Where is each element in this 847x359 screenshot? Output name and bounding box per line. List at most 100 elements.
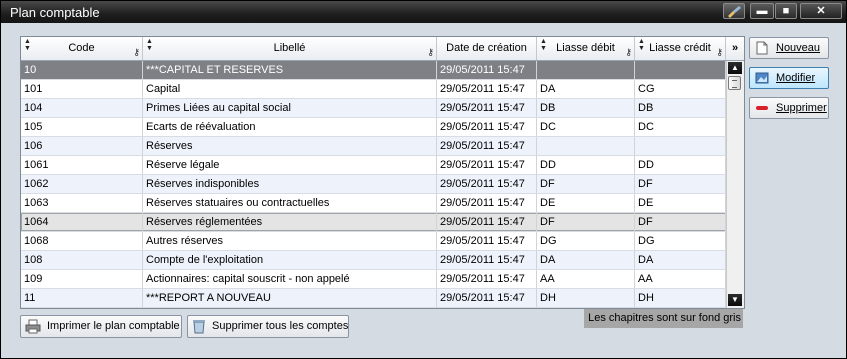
- cell-libelle: Actionnaires: capital souscrit - non app…: [143, 270, 437, 288]
- cell-liasse-credit: DG: [635, 232, 726, 250]
- nouveau-button[interactable]: Nouveau: [749, 37, 829, 59]
- close-button[interactable]: ✕: [800, 3, 842, 19]
- cell-libelle: Capital: [143, 80, 437, 98]
- filter-key-icon[interactable]: ⚷: [625, 48, 632, 57]
- cell-liasse-debit: DC: [537, 118, 635, 136]
- cell-libelle: Ecarts de réévaluation: [143, 118, 437, 136]
- table-row[interactable]: 1063 Réserves statuaires ou contractuelle…: [21, 194, 726, 213]
- cell-liasse-credit: DA: [635, 251, 726, 269]
- cell-liasse-credit: AA: [635, 270, 726, 288]
- cell-code: 1061: [21, 156, 143, 174]
- vertical-scrollbar[interactable]: ▲ ▼: [726, 61, 744, 308]
- table-row[interactable]: 1062 Réserves indisponibles 29/05/2011 15:…: [21, 175, 726, 194]
- cell-code: 1063: [21, 194, 143, 212]
- nouveau-label: Nouveau: [776, 42, 821, 54]
- cell-libelle: Réserves statuaires ou contractuelles: [143, 194, 437, 212]
- cell-libelle: Réserve légale: [143, 156, 437, 174]
- filter-key-icon[interactable]: ⚷: [427, 48, 434, 57]
- filter-key-icon[interactable]: ⚷: [133, 48, 140, 57]
- cell-liasse-credit: DH: [635, 289, 726, 307]
- sort-arrows-icon[interactable]: ▲ ▼: [638, 38, 645, 52]
- cell-code: 109: [21, 270, 143, 288]
- cell-code: 106: [21, 137, 143, 155]
- accounts-table[interactable]: ▲ ▼ Code ⚷ ▲ ▼ Libellé ⚷ Date de création …: [20, 36, 745, 309]
- column-header-liasse-debit[interactable]: ▲ ▼ Liasse débit ⚷: [537, 37, 635, 60]
- table-row[interactable]: 1068 Autres réserves 29/05/2011 15:47 DG DG: [21, 232, 726, 251]
- cell-code: 108: [21, 251, 143, 269]
- table-row[interactable]: 108 Compte de l'exploitation 29/05/2011 15…: [21, 251, 726, 270]
- cell-liasse-credit: DF: [635, 213, 726, 231]
- modifier-button[interactable]: Modifier: [749, 67, 829, 89]
- title-bar[interactable]: Plan comptable ▬ ■ ✕: [1, 1, 846, 23]
- cell-code: 104: [21, 99, 143, 117]
- cell-code: 11: [21, 289, 143, 307]
- cell-liasse-credit: DE: [635, 194, 726, 212]
- cell-date: 29/05/2011 15:47: [437, 270, 537, 288]
- customize-brush-icon[interactable]: [723, 3, 745, 19]
- delete-all-label: Supprimer tous les comptes: [212, 320, 349, 332]
- column-header-liasse-credit[interactable]: ▲ ▼ Liasse crédit ⚷: [635, 37, 726, 60]
- cell-code: 1064: [21, 213, 143, 231]
- table-row[interactable]: 1064 Réserves réglementées 29/05/2011 15:4…: [21, 213, 726, 232]
- cell-liasse-debit: DH: [537, 289, 635, 307]
- table-row[interactable]: 104 Primes Liées au capital social 29/05/2…: [21, 99, 726, 118]
- table-row[interactable]: 105 Ecarts de réévaluation 29/05/2011 15:4…: [21, 118, 726, 137]
- cell-date: 29/05/2011 15:47: [437, 137, 537, 155]
- cell-libelle: ***REPORT A NOUVEAU: [143, 289, 437, 307]
- table-row[interactable]: 106 Réserves 29/05/2011 15:47: [21, 137, 726, 156]
- cell-liasse-debit: DE: [537, 194, 635, 212]
- cell-code: 101: [21, 80, 143, 98]
- sort-arrows-icon[interactable]: ▲ ▼: [146, 38, 153, 52]
- column-header-date[interactable]: Date de création: [437, 37, 537, 60]
- printer-icon: [25, 319, 41, 334]
- column-header-libelle[interactable]: ▲ ▼ Libellé ⚷: [143, 37, 437, 60]
- sort-arrows-icon[interactable]: ▲ ▼: [24, 38, 31, 52]
- delete-all-accounts-button[interactable]: Supprimer tous les comptes: [187, 315, 349, 338]
- maximize-button[interactable]: ■: [775, 3, 797, 19]
- table-row[interactable]: 101 Capital 29/05/2011 15:47 DA CG: [21, 80, 726, 99]
- new-document-icon: [756, 41, 768, 55]
- cell-liasse-debit: DB: [537, 99, 635, 117]
- cell-liasse-debit: [537, 137, 635, 155]
- window-title: Plan comptable: [10, 5, 100, 20]
- column-header-label: Date de création: [446, 42, 527, 54]
- column-header-label: Liasse débit: [556, 42, 615, 54]
- filter-key-icon[interactable]: ⚷: [716, 48, 723, 57]
- cell-liasse-credit: DB: [635, 99, 726, 117]
- cell-libelle: Autres réserves: [143, 232, 437, 250]
- sort-arrows-icon[interactable]: ▲ ▼: [540, 38, 547, 52]
- recycle-bin-icon: [193, 320, 205, 334]
- scroll-up-arrow-icon[interactable]: ▲: [728, 62, 742, 74]
- more-columns-chevron-icon[interactable]: »: [726, 37, 744, 60]
- column-header-label: Libellé: [273, 42, 306, 54]
- cell-liasse-credit: DD: [635, 156, 726, 174]
- supprimer-label: Supprimer: [776, 102, 827, 114]
- scrollbar-thumb[interactable]: [728, 76, 741, 90]
- cell-date: 29/05/2011 15:47: [437, 194, 537, 212]
- table-body: 10 ***CAPITAL ET RESERVES 29/05/2011 15:47…: [21, 61, 726, 308]
- minimize-button[interactable]: ▬: [750, 3, 774, 19]
- table-row[interactable]: 109 Actionnaires: capital souscrit - non …: [21, 270, 726, 289]
- table-row-chapter[interactable]: 10 ***CAPITAL ET RESERVES 29/05/2011 15:47: [21, 61, 726, 80]
- column-header-label: Code: [68, 42, 95, 54]
- cell-liasse-debit: [537, 61, 635, 79]
- cell-libelle: Compte de l'exploitation: [143, 251, 437, 269]
- window-client-area: ▲ ▼ Code ⚷ ▲ ▼ Libellé ⚷ Date de création …: [5, 24, 842, 354]
- supprimer-button[interactable]: Supprimer: [749, 97, 829, 119]
- table-row[interactable]: 11 ***REPORT A NOUVEAU 29/05/2011 15:47 DH D…: [21, 289, 726, 308]
- chapters-legend-note: Les chapitres sont sur fond gris: [584, 309, 743, 328]
- cell-date: 29/05/2011 15:47: [437, 175, 537, 193]
- cell-liasse-debit: DA: [537, 80, 635, 98]
- cell-date: 29/05/2011 15:47: [437, 232, 537, 250]
- cell-date: 29/05/2011 15:47: [437, 289, 537, 307]
- cell-liasse-credit: DC: [635, 118, 726, 136]
- print-chart-of-accounts-button[interactable]: Imprimer le plan comptable: [20, 315, 182, 338]
- cell-liasse-debit: DA: [537, 251, 635, 269]
- column-header-code[interactable]: ▲ ▼ Code ⚷: [21, 37, 143, 60]
- cell-libelle: Réserves: [143, 137, 437, 155]
- cell-liasse-debit: DF: [537, 213, 635, 231]
- table-row[interactable]: 1061 Réserve légale 29/05/2011 15:47 DD DD: [21, 156, 726, 175]
- scroll-down-arrow-icon[interactable]: ▼: [728, 294, 742, 306]
- cell-code: 105: [21, 118, 143, 136]
- cell-liasse-debit: DG: [537, 232, 635, 250]
